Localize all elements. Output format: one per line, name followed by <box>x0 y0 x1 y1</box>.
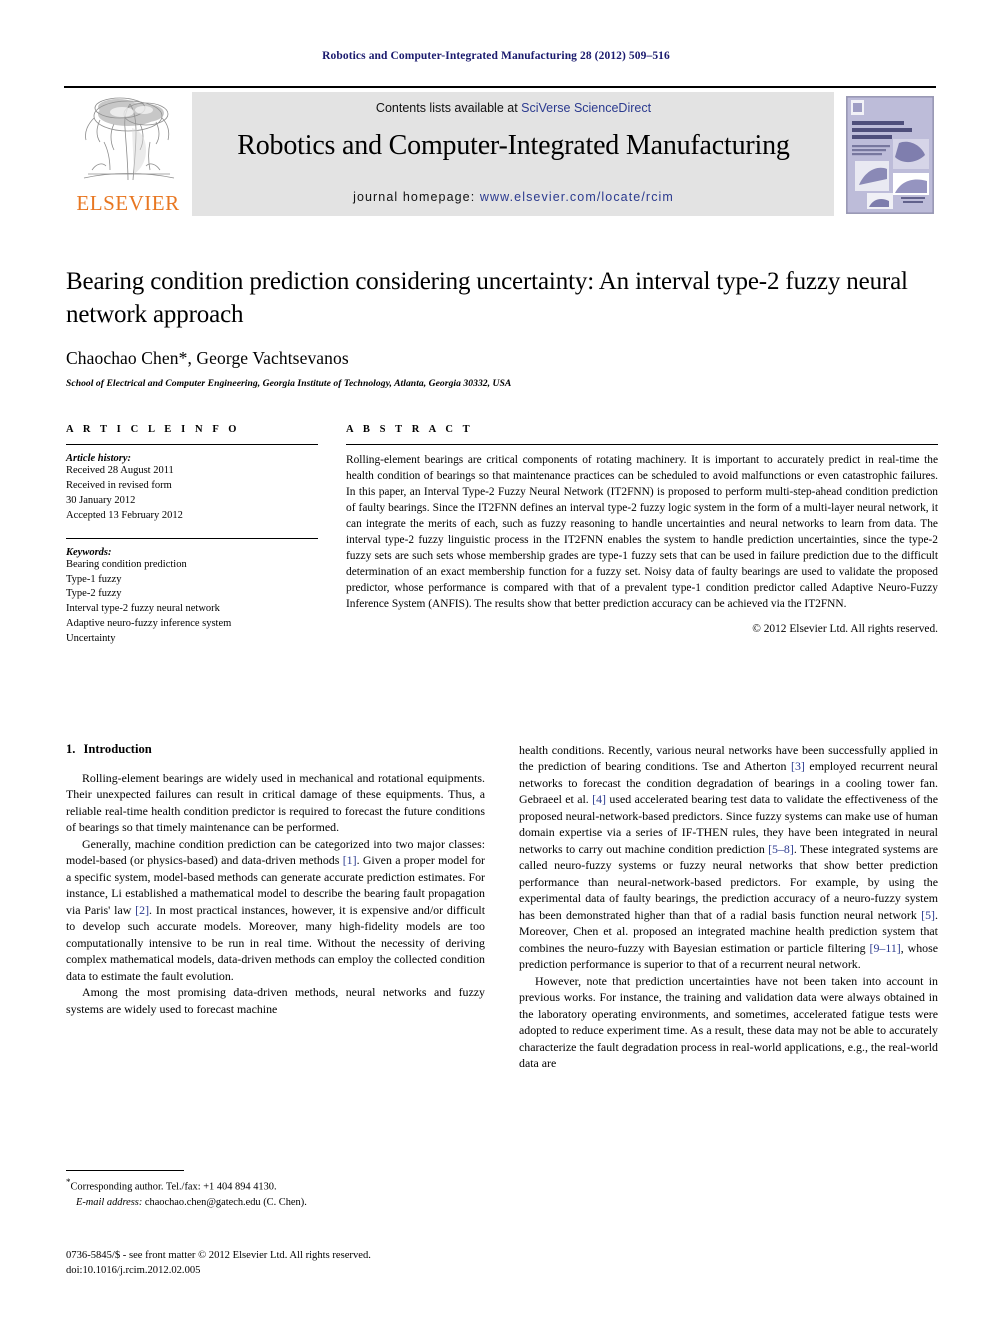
email-address[interactable]: chaochao.chen@gatech.edu (C. Chen). <box>145 1197 307 1208</box>
journal-masthead: ELSEVIER Contents lists available at Sci… <box>64 86 936 218</box>
homepage-url-link[interactable]: www.elsevier.com/locate/rcim <box>480 190 674 204</box>
section-title: Introduction <box>83 742 152 756</box>
section-heading-introduction: 1. Introduction <box>66 742 485 757</box>
keyword-item: Type-1 fuzzy <box>66 573 122 585</box>
citation-ref[interactable]: [2] <box>135 903 149 917</box>
title-block: Bearing condition prediction considering… <box>66 266 936 389</box>
article-history-item: Received 28 August 2011 <box>66 465 174 476</box>
keyword-item: Uncertainty <box>66 633 116 645</box>
imprint-block: 0736-5845/$ - see front matter © 2012 El… <box>66 1248 496 1278</box>
corresponding-author-note: *Corresponding author. Tel./fax: +1 404 … <box>66 1176 485 1195</box>
journal-article-page: Robotics and Computer-Integrated Manufac… <box>0 0 992 1323</box>
abstract-column: A B S T R A C T Rolling-element bearings… <box>338 424 938 647</box>
article-history-item: Accepted 13 February 2012 <box>66 509 183 521</box>
masthead-band: Contents lists available at SciVerse Sci… <box>192 92 834 216</box>
abstract-divider <box>346 444 938 445</box>
body-paragraph: However, note that prediction uncertaint… <box>519 973 938 1071</box>
journal-homepage-line: journal homepage: www.elsevier.com/locat… <box>193 190 834 204</box>
email-label: E-mail address: <box>76 1196 143 1208</box>
citation-ref[interactable]: [1] <box>343 853 357 867</box>
footnote-rule <box>66 1170 184 1171</box>
email-note: E-mail address: chaochao.chen@gatech.edu… <box>66 1195 485 1210</box>
elsevier-wordmark: ELSEVIER <box>76 191 180 215</box>
issn-copyright-line: 0736-5845/$ - see front matter © 2012 El… <box>66 1250 371 1261</box>
abstract-text: Rolling-element bearings are critical co… <box>346 454 938 610</box>
elsevier-tree-icon <box>70 94 186 184</box>
abstract-heading: A B S T R A C T <box>346 424 474 435</box>
author-list: Chaochao Chen*, George Vachtsevanos <box>66 348 349 368</box>
info-divider-mid <box>66 537 318 539</box>
citation-ref[interactable]: [5–8] <box>768 842 794 856</box>
paper-title: Bearing condition prediction considering… <box>66 268 908 328</box>
journal-title: Robotics and Computer-Integrated Manufac… <box>237 130 790 161</box>
contents-lists-line: Contents lists available at SciVerse Sci… <box>193 101 834 115</box>
body-paragraph: Among the most promising data-driven met… <box>66 985 485 1016</box>
copyright-line: © 2012 Elsevier Ltd. All rights reserved… <box>752 622 938 635</box>
section-number: 1. <box>66 742 76 756</box>
citation-ref[interactable]: [4] <box>592 792 606 806</box>
info-abstract-region: A R T I C L E I N F O Article history: R… <box>66 424 938 647</box>
body-paragraph: Rolling-element bearings are widely used… <box>66 771 485 835</box>
citation-ref[interactable]: [5] <box>921 908 935 922</box>
body-right-column: health conditions. Recently, various neu… <box>519 742 938 1212</box>
footnote-block: *Corresponding author. Tel./fax: +1 404 … <box>66 1170 485 1210</box>
contents-prefix: Contents lists available at <box>375 101 522 115</box>
keywords-label: Keywords: <box>66 546 112 558</box>
doi-line[interactable]: doi:10.1016/j.rcim.2012.02.005 <box>66 1263 496 1278</box>
body-left-column: 1. Introduction Rolling-element bearings … <box>66 742 485 1212</box>
info-divider-top <box>66 444 318 445</box>
homepage-prefix: journal homepage: <box>353 190 480 204</box>
keyword-item: Adaptive neuro-fuzzy inference system <box>66 618 232 630</box>
body-paragraph: health conditions. Recently, various neu… <box>519 743 938 972</box>
sciencedirect-link[interactable]: SciVerse ScienceDirect <box>521 101 651 115</box>
elsevier-logo: ELSEVIER <box>64 92 192 216</box>
keyword-item: Type-2 fuzzy <box>66 588 122 600</box>
citation-ref[interactable]: [3] <box>791 759 805 773</box>
article-info-heading: A R T I C L E I N F O <box>66 424 241 435</box>
body-columns: 1. Introduction Rolling-element bearings … <box>66 742 938 1212</box>
corresponding-author-text: Corresponding author. Tel./fax: +1 404 8… <box>70 1181 277 1193</box>
journal-cover-thumbnail <box>844 92 936 216</box>
keyword-item: Bearing condition prediction <box>66 558 187 570</box>
article-history-label: Article history: <box>66 453 132 464</box>
article-history-item: 30 January 2012 <box>66 494 136 506</box>
keyword-item: Interval type-2 fuzzy neural network <box>66 603 220 615</box>
article-history-item: Received in revised form <box>66 479 172 491</box>
body-paragraph: Generally, machine condition prediction … <box>66 836 485 983</box>
running-head: Robotics and Computer-Integrated Manufac… <box>322 50 670 62</box>
citation-ref[interactable]: [9–11] <box>870 941 901 955</box>
affiliation: School of Electrical and Computer Engine… <box>66 378 512 389</box>
article-info-column: A R T I C L E I N F O Article history: R… <box>66 424 338 647</box>
